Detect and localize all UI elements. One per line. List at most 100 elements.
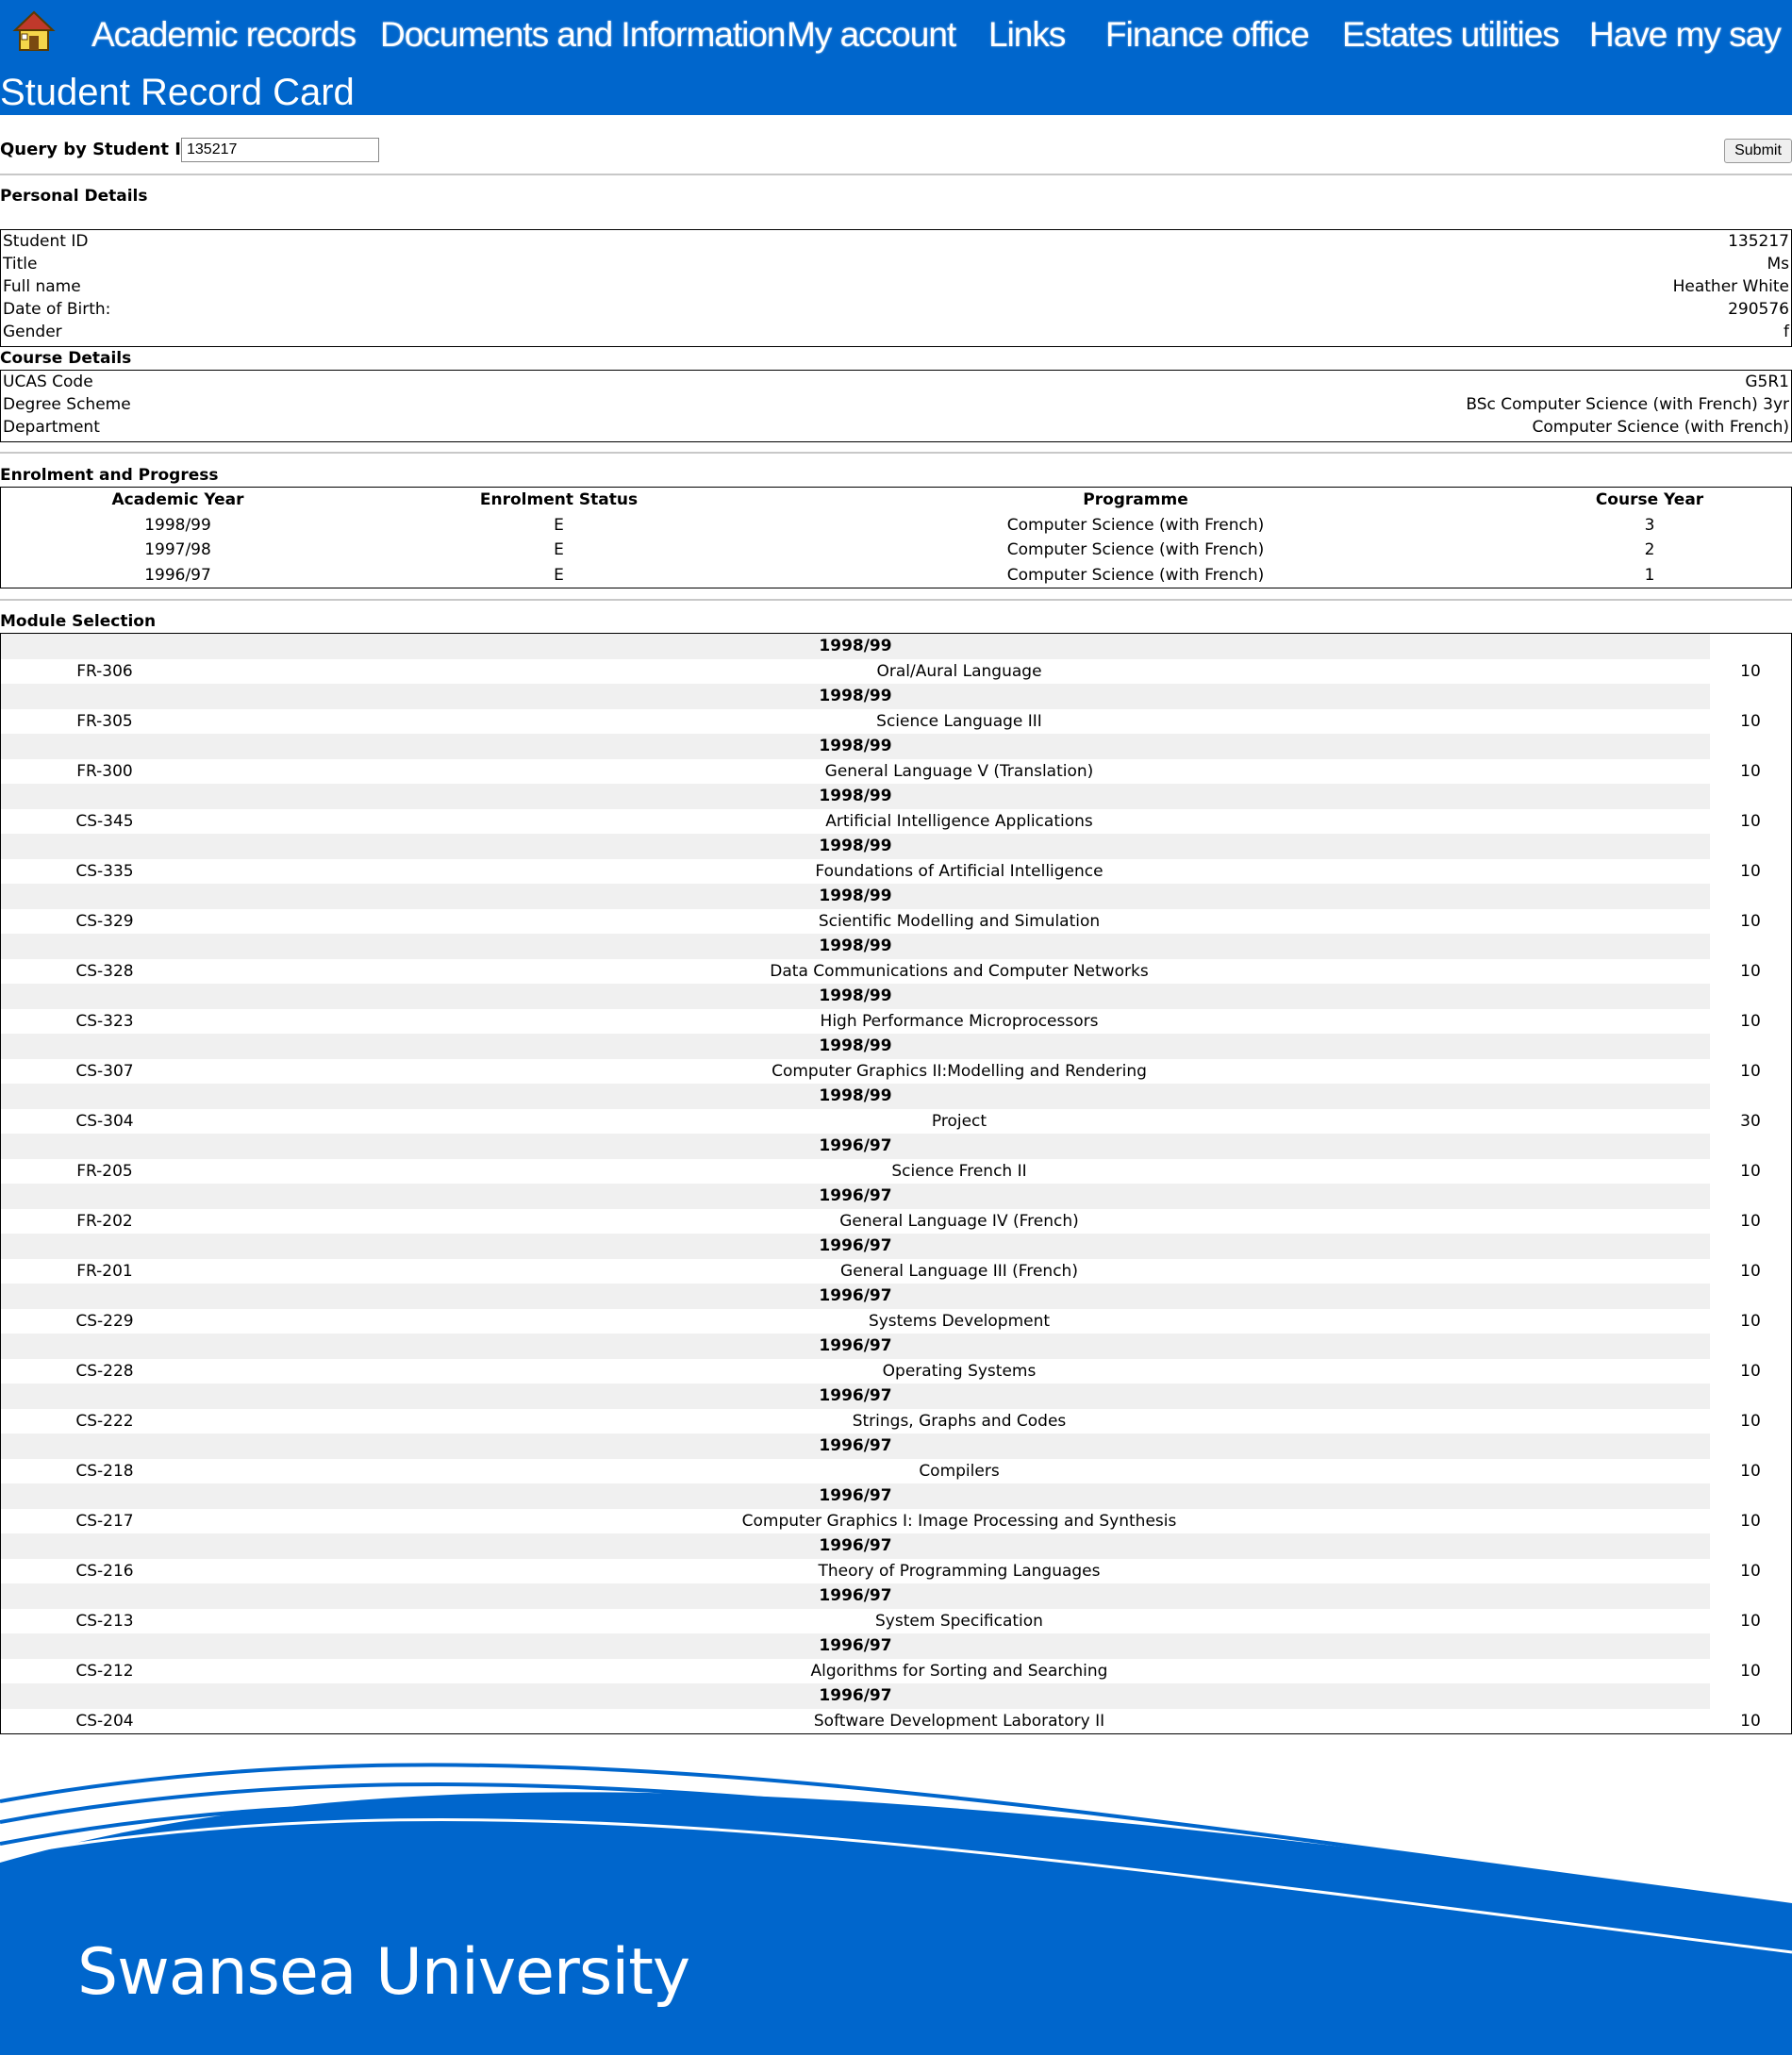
detail-value: 135217: [1728, 232, 1789, 251]
module-year: 1998/99: [1, 734, 1710, 759]
module-year-row: 1998/99: [1, 734, 1791, 759]
module-credits: 10: [1740, 1561, 1761, 1581]
module-credits: 10: [1740, 711, 1761, 731]
course-details-heading: Course Details: [0, 349, 132, 368]
column-header: Enrolment Status: [479, 490, 639, 509]
module-year-row: 1996/97: [1, 1583, 1791, 1609]
detail-row: Date of Birth: 290576: [1, 298, 1791, 321]
submit-button[interactable]: Submit: [1724, 139, 1792, 163]
module-credits: 10: [1740, 961, 1761, 981]
module-credits: 30: [1740, 1111, 1761, 1131]
module-row: CS-304 Project 30: [1, 1109, 1791, 1135]
table-cell: Computer Science (with French): [1006, 540, 1265, 559]
module-row: CS-229 Systems Development 10: [1, 1309, 1791, 1334]
module-code: CS-328: [75, 961, 134, 981]
module-year-row: 1998/99: [1, 984, 1791, 1009]
table-cell: 2: [1644, 540, 1655, 559]
table-cell: E: [554, 515, 564, 535]
student-id-input[interactable]: [181, 138, 379, 162]
module-row: CS-228 Operating Systems 10: [1, 1359, 1791, 1384]
module-year-row: 1996/97: [1, 1234, 1791, 1259]
divider: [0, 174, 1792, 175]
module-row: CS-329 Scientific Modelling and Simulatio…: [1, 909, 1791, 935]
nav-have-my-say[interactable]: Have my say: [1589, 15, 1782, 55]
module-title: Systems Development: [868, 1311, 1051, 1331]
footer-wave-banner: [0, 1763, 1792, 2055]
enrolment-heading: Enrolment and Progress: [0, 466, 219, 485]
module-row: FR-201 General Language III (French) 10: [1, 1259, 1791, 1284]
module-code: CS-329: [75, 911, 134, 931]
module-row: CS-218 Compilers 10: [1, 1459, 1791, 1484]
detail-value: 290576: [1728, 300, 1789, 319]
module-code: FR-202: [76, 1211, 133, 1231]
module-year: 1996/97: [1, 1483, 1710, 1509]
module-title: Operating Systems: [882, 1361, 1037, 1381]
detail-value: G5R1: [1745, 373, 1789, 391]
module-year-row: 1996/97: [1, 1683, 1791, 1709]
module-year-row: 1996/97: [1, 1633, 1791, 1659]
table-row: 1996/97 E Computer Science (with French) 1: [1, 563, 1791, 588]
module-row: CS-345 Artificial Intelligence Applicatio…: [1, 809, 1791, 835]
module-code: FR-306: [76, 661, 133, 681]
detail-row: Title Ms: [1, 253, 1791, 275]
course-details-table: UCAS Code G5R1 Degree Scheme BSc Computer S…: [0, 370, 1792, 442]
nav-my-account[interactable]: My account: [787, 15, 956, 55]
nav-links[interactable]: Links: [988, 15, 1066, 55]
module-code: FR-201: [76, 1261, 133, 1281]
module-row: CS-222 Strings, Graphs and Codes 10: [1, 1409, 1791, 1434]
module-year: 1998/99: [1, 834, 1710, 859]
table-cell: 1996/97: [144, 565, 211, 585]
home-icon[interactable]: [12, 9, 56, 53]
table-cell: 1998/99: [144, 515, 211, 535]
detail-value: Computer Science (with French): [1532, 418, 1789, 437]
module-year-row: 1996/97: [1, 1434, 1791, 1459]
page-title: Student Record Card: [0, 72, 355, 113]
module-title: High Performance Microprocessors: [820, 1011, 1099, 1031]
module-year: 1996/97: [1, 1434, 1710, 1459]
nav-academic-records[interactable]: Academic records: [91, 15, 357, 55]
module-title: Oral/Aural Language: [876, 661, 1042, 681]
module-title: Computer Graphics II:Modelling and Rende…: [772, 1061, 1147, 1081]
detail-row: UCAS Code G5R1: [1, 371, 1791, 393]
module-title: Data Communications and Computer Network…: [770, 961, 1149, 981]
module-row: FR-306 Oral/Aural Language 10: [1, 659, 1791, 685]
module-year: 1996/97: [1, 1334, 1710, 1359]
module-code: CS-212: [75, 1661, 134, 1681]
module-credits: 10: [1740, 1311, 1761, 1331]
detail-label: Student ID: [3, 232, 89, 251]
table-row: 1997/98 E Computer Science (with French) 2: [1, 538, 1791, 563]
module-code: CS-323: [75, 1011, 134, 1031]
module-title: System Specification: [875, 1611, 1043, 1631]
module-credits: 10: [1740, 1211, 1761, 1231]
module-credits: 10: [1740, 1261, 1761, 1281]
module-credits: 10: [1740, 861, 1761, 881]
module-year: 1998/99: [1, 1034, 1710, 1059]
nav-finance-office[interactable]: Finance office: [1105, 15, 1310, 55]
module-row: CS-204 Software Development Laboratory II…: [1, 1709, 1791, 1734]
module-year: 1998/99: [1, 784, 1710, 809]
nav-estates-utilities[interactable]: Estates utilities: [1342, 15, 1560, 55]
detail-label: Gender: [3, 323, 62, 341]
table-cell: Computer Science (with French): [1006, 565, 1265, 585]
detail-label: Department: [3, 418, 100, 437]
module-code: CS-222: [75, 1411, 134, 1431]
module-title: Science French II: [891, 1161, 1027, 1181]
module-title: Compilers: [919, 1461, 1000, 1481]
module-row: CS-213 System Specification 10: [1, 1609, 1791, 1634]
nav-documents-information[interactable]: Documents and Information: [380, 15, 787, 55]
module-row: FR-305 Science Language III 10: [1, 709, 1791, 735]
module-title: Strings, Graphs and Codes: [852, 1411, 1067, 1431]
module-credits: 10: [1740, 661, 1761, 681]
module-code: CS-335: [75, 861, 134, 881]
table-cell: 1: [1644, 565, 1655, 585]
table-header-row: Academic Year Enrolment Status Programme Co…: [1, 488, 1791, 513]
module-year-row: 1998/99: [1, 884, 1791, 909]
divider: [0, 452, 1792, 454]
module-title: Foundations of Artificial Intelligence: [815, 861, 1103, 881]
module-year: 1996/97: [1, 1633, 1710, 1659]
module-title: Software Development Laboratory II: [813, 1711, 1105, 1731]
header-bar: Academic records Documents and Informatio…: [0, 0, 1792, 115]
module-year-row: 1998/99: [1, 684, 1791, 709]
module-year: 1996/97: [1, 1384, 1710, 1409]
detail-value: Heather White: [1672, 277, 1789, 296]
